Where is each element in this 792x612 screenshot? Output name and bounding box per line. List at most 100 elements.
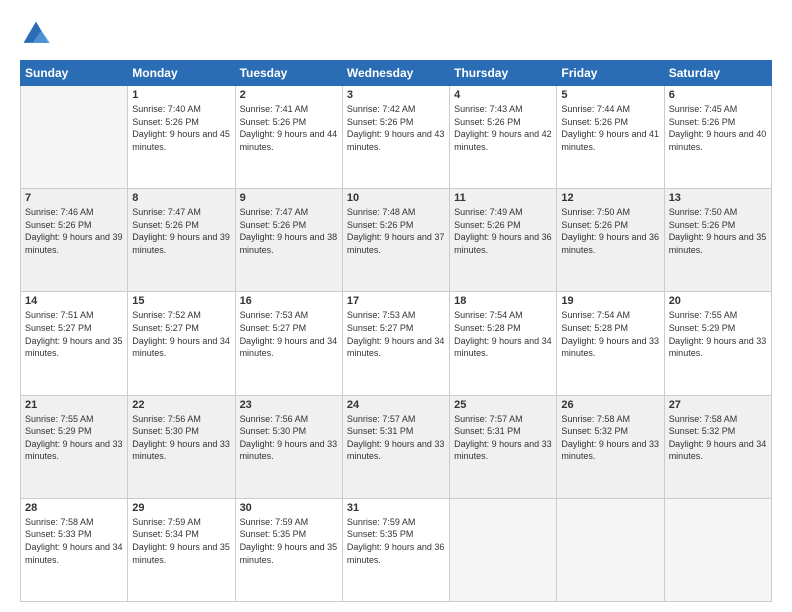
day-number: 25 — [454, 399, 552, 411]
day-info: Sunrise: 7:50 AMSunset: 5:26 PMDaylight:… — [669, 206, 767, 256]
day-info: Sunrise: 7:45 AMSunset: 5:26 PMDaylight:… — [669, 103, 767, 153]
day-number: 15 — [132, 295, 230, 307]
day-number: 22 — [132, 399, 230, 411]
day-info: Sunrise: 7:53 AMSunset: 5:27 PMDaylight:… — [240, 309, 338, 359]
day-info: Sunrise: 7:47 AMSunset: 5:26 PMDaylight:… — [132, 206, 230, 256]
calendar-cell: 6Sunrise: 7:45 AMSunset: 5:26 PMDaylight… — [664, 86, 771, 189]
day-info: Sunrise: 7:50 AMSunset: 5:26 PMDaylight:… — [561, 206, 659, 256]
day-info: Sunrise: 7:58 AMSunset: 5:32 PMDaylight:… — [561, 413, 659, 463]
calendar-cell — [450, 498, 557, 601]
day-info: Sunrise: 7:47 AMSunset: 5:26 PMDaylight:… — [240, 206, 338, 256]
day-number: 19 — [561, 295, 659, 307]
page: SundayMondayTuesdayWednesdayThursdayFrid… — [0, 0, 792, 612]
header — [20, 18, 772, 50]
day-info: Sunrise: 7:58 AMSunset: 5:33 PMDaylight:… — [25, 516, 123, 566]
calendar-cell: 17 Sunrise: 7:53 AMSunset: 5:27 PMDayligh… — [342, 292, 449, 395]
calendar-header-wednesday: Wednesday — [342, 61, 449, 86]
day-info: Sunrise: 7:52 AMSunset: 5:27 PMDaylight:… — [132, 309, 230, 359]
day-info: Sunrise: 7:41 AMSunset: 5:26 PMDaylight:… — [240, 103, 338, 153]
calendar-cell: 1Sunrise: 7:40 AMSunset: 5:26 PMDaylight… — [128, 86, 235, 189]
calendar-header-saturday: Saturday — [664, 61, 771, 86]
day-number: 5 — [561, 89, 659, 101]
day-info: Sunrise: 7:57 AMSunset: 5:31 PMDaylight:… — [454, 413, 552, 463]
day-info: Sunrise: 7:54 AMSunset: 5:28 PMDaylight:… — [454, 309, 552, 359]
day-info: Sunrise: 7:59 AMSunset: 5:34 PMDaylight:… — [132, 516, 230, 566]
calendar-cell: 9 Sunrise: 7:47 AMSunset: 5:26 PMDaylight… — [235, 189, 342, 292]
calendar-cell: 15 Sunrise: 7:52 AMSunset: 5:27 PMDayligh… — [128, 292, 235, 395]
day-number: 9 — [240, 192, 338, 204]
calendar-cell — [557, 498, 664, 601]
logo — [20, 18, 56, 50]
day-number: 12 — [561, 192, 659, 204]
day-info: Sunrise: 7:53 AMSunset: 5:27 PMDaylight:… — [347, 309, 445, 359]
calendar-cell: 7 Sunrise: 7:46 AMSunset: 5:26 PMDaylight… — [21, 189, 128, 292]
calendar-cell: 4Sunrise: 7:43 AMSunset: 5:26 PMDaylight… — [450, 86, 557, 189]
day-info: Sunrise: 7:58 AMSunset: 5:32 PMDaylight:… — [669, 413, 767, 463]
calendar-cell: 22 Sunrise: 7:56 AMSunset: 5:30 PMDayligh… — [128, 395, 235, 498]
calendar-cell: 31 Sunrise: 7:59 AMSunset: 5:35 PMDayligh… — [342, 498, 449, 601]
day-number: 24 — [347, 399, 445, 411]
calendar-cell: 23Sunrise: 7:56 AMSunset: 5:30 PMDayligh… — [235, 395, 342, 498]
calendar-cell: 24 Sunrise: 7:57 AMSunset: 5:31 PMDayligh… — [342, 395, 449, 498]
calendar-cell: 28 Sunrise: 7:58 AMSunset: 5:33 PMDayligh… — [21, 498, 128, 601]
day-number: 13 — [669, 192, 767, 204]
calendar-header-friday: Friday — [557, 61, 664, 86]
calendar-week-row: 7 Sunrise: 7:46 AMSunset: 5:26 PMDaylight… — [21, 189, 772, 292]
calendar-cell: 12 Sunrise: 7:50 AMSunset: 5:26 PMDayligh… — [557, 189, 664, 292]
logo-icon — [20, 18, 52, 50]
day-number: 26 — [561, 399, 659, 411]
day-info: Sunrise: 7:49 AMSunset: 5:26 PMDaylight:… — [454, 206, 552, 256]
day-number: 29 — [132, 502, 230, 514]
day-number: 27 — [669, 399, 767, 411]
day-info: Sunrise: 7:56 AMSunset: 5:30 PMDaylight:… — [132, 413, 230, 463]
day-number: 14 — [25, 295, 123, 307]
calendar-table: SundayMondayTuesdayWednesdayThursdayFrid… — [20, 60, 772, 602]
day-info: Sunrise: 7:44 AMSunset: 5:26 PMDaylight:… — [561, 103, 659, 153]
calendar-cell: 5 Sunrise: 7:44 AMSunset: 5:26 PMDaylight… — [557, 86, 664, 189]
day-info: Sunrise: 7:46 AMSunset: 5:26 PMDaylight:… — [25, 206, 123, 256]
day-info: Sunrise: 7:57 AMSunset: 5:31 PMDaylight:… — [347, 413, 445, 463]
calendar-cell: 30 Sunrise: 7:59 AMSunset: 5:35 PMDayligh… — [235, 498, 342, 601]
day-number: 16 — [240, 295, 338, 307]
day-info: Sunrise: 7:48 AMSunset: 5:26 PMDaylight:… — [347, 206, 445, 256]
calendar-header-thursday: Thursday — [450, 61, 557, 86]
calendar-cell: 27 Sunrise: 7:58 AMSunset: 5:32 PMDayligh… — [664, 395, 771, 498]
calendar-week-row: 14Sunrise: 7:51 AMSunset: 5:27 PMDayligh… — [21, 292, 772, 395]
calendar-cell: 2 Sunrise: 7:41 AMSunset: 5:26 PMDaylight… — [235, 86, 342, 189]
day-number: 28 — [25, 502, 123, 514]
day-info: Sunrise: 7:55 AMSunset: 5:29 PMDaylight:… — [669, 309, 767, 359]
day-number: 21 — [25, 399, 123, 411]
day-number: 7 — [25, 192, 123, 204]
day-info: Sunrise: 7:42 AMSunset: 5:26 PMDaylight:… — [347, 103, 445, 153]
day-info: Sunrise: 7:59 AMSunset: 5:35 PMDaylight:… — [240, 516, 338, 566]
calendar-cell: 10Sunrise: 7:48 AMSunset: 5:26 PMDayligh… — [342, 189, 449, 292]
calendar-cell: 18 Sunrise: 7:54 AMSunset: 5:28 PMDayligh… — [450, 292, 557, 395]
calendar-week-row: 1Sunrise: 7:40 AMSunset: 5:26 PMDaylight… — [21, 86, 772, 189]
calendar-week-row: 28 Sunrise: 7:58 AMSunset: 5:33 PMDayligh… — [21, 498, 772, 601]
calendar-cell: 26 Sunrise: 7:58 AMSunset: 5:32 PMDayligh… — [557, 395, 664, 498]
calendar-cell — [21, 86, 128, 189]
day-number: 17 — [347, 295, 445, 307]
calendar-cell: 8Sunrise: 7:47 AMSunset: 5:26 PMDaylight… — [128, 189, 235, 292]
calendar-week-row: 21 Sunrise: 7:55 AMSunset: 5:29 PMDayligh… — [21, 395, 772, 498]
day-number: 30 — [240, 502, 338, 514]
day-info: Sunrise: 7:43 AMSunset: 5:26 PMDaylight:… — [454, 103, 552, 153]
calendar-cell: 16 Sunrise: 7:53 AMSunset: 5:27 PMDayligh… — [235, 292, 342, 395]
calendar-cell: 25 Sunrise: 7:57 AMSunset: 5:31 PMDayligh… — [450, 395, 557, 498]
day-number: 31 — [347, 502, 445, 514]
calendar-cell: 21 Sunrise: 7:55 AMSunset: 5:29 PMDayligh… — [21, 395, 128, 498]
calendar-header-monday: Monday — [128, 61, 235, 86]
calendar-header-row: SundayMondayTuesdayWednesdayThursdayFrid… — [21, 61, 772, 86]
day-number: 18 — [454, 295, 552, 307]
day-number: 11 — [454, 192, 552, 204]
calendar-cell — [664, 498, 771, 601]
calendar-cell: 3Sunrise: 7:42 AMSunset: 5:26 PMDaylight… — [342, 86, 449, 189]
calendar-cell: 20 Sunrise: 7:55 AMSunset: 5:29 PMDayligh… — [664, 292, 771, 395]
day-number: 2 — [240, 89, 338, 101]
day-info: Sunrise: 7:55 AMSunset: 5:29 PMDaylight:… — [25, 413, 123, 463]
day-info: Sunrise: 7:56 AMSunset: 5:30 PMDaylight:… — [240, 413, 338, 463]
day-info: Sunrise: 7:59 AMSunset: 5:35 PMDaylight:… — [347, 516, 445, 566]
calendar-header-sunday: Sunday — [21, 61, 128, 86]
day-number: 20 — [669, 295, 767, 307]
calendar-header-tuesday: Tuesday — [235, 61, 342, 86]
